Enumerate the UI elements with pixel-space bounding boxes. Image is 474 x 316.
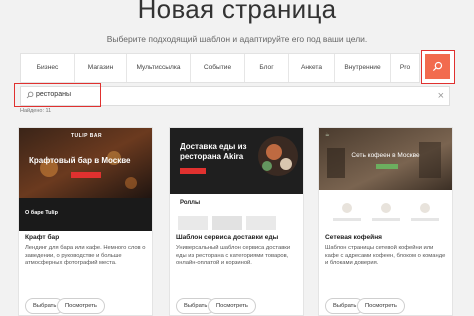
card-description: Универсальный шаблон сервиса доставки ед…	[176, 245, 291, 267]
view-button[interactable]: Посмотреть	[357, 298, 405, 314]
thumb-cta	[71, 172, 101, 178]
category-filter-bar: Бизнес Магазин Мультиссылка Событие Блог…	[20, 53, 420, 83]
search-button[interactable]	[425, 54, 450, 79]
filter-tab-blog[interactable]: Блог	[245, 54, 289, 82]
template-card-food-delivery[interactable]: Доставка еды из ресторана Akira Роллы Ша…	[169, 127, 304, 316]
card-title: Крафт бар	[25, 234, 60, 241]
filter-tab-internal[interactable]: Внутренние	[335, 54, 391, 82]
template-card-coffee-chain[interactable]: ☕ Сеть кофеен в Москве Сетевая кофейня Ш…	[318, 127, 453, 316]
thumb-brand: TULIP BAR	[71, 133, 103, 139]
close-icon[interactable]: ×	[438, 90, 444, 102]
template-card-craft-bar[interactable]: TULIP BAR Крафтовый бар в Москве О баре …	[18, 127, 153, 316]
filter-tab-multilink[interactable]: Мультиссылка	[127, 54, 191, 82]
thumb-headline: Доставка еды из ресторана Akira	[180, 142, 247, 161]
search-icon	[432, 61, 443, 72]
filter-tab-shop[interactable]: Магазин	[75, 54, 127, 82]
thumb-about: О баре Tulip	[25, 210, 58, 216]
view-button[interactable]: Посмотреть	[208, 298, 256, 314]
thumb-headline: Крафтовый бар в Москве	[29, 156, 131, 165]
template-preview[interactable]: ☕ Сеть кофеен в Москве	[319, 128, 452, 231]
template-preview[interactable]: Доставка еды из ресторана Akira Роллы	[170, 128, 303, 231]
thumb-cta	[376, 164, 398, 169]
page-title: Новая страница	[137, 0, 337, 24]
search-input-highlight	[14, 83, 101, 107]
filter-tab-pro[interactable]: Pro	[391, 54, 419, 82]
filter-tab-event[interactable]: Событие	[191, 54, 245, 82]
thumb-logo: ☕	[325, 132, 330, 138]
card-description: Шаблон страницы сетевой кофейни или кафе…	[325, 245, 446, 267]
search-button-highlight	[421, 50, 455, 84]
thumb-section: Роллы	[180, 200, 201, 206]
results-count: Найдено: 11	[20, 108, 52, 114]
thumb-cta	[180, 168, 206, 174]
card-title: Шаблон сервиса доставки еды	[176, 234, 279, 241]
card-description: Лендинг для бара или кафе. Немного слов …	[25, 245, 146, 267]
filter-tab-form[interactable]: Анкета	[289, 54, 335, 82]
view-button[interactable]: Посмотреть	[57, 298, 105, 314]
card-title: Сетевая кофейня	[325, 234, 383, 241]
thumb-headline: Сеть кофеен в Москве	[351, 152, 420, 159]
template-preview[interactable]: TULIP BAR Крафтовый бар в Москве О баре …	[19, 128, 152, 231]
page-subtitle: Выберите подходящий шаблон и адаптируйте…	[106, 34, 368, 44]
filter-tab-business[interactable]: Бизнес	[21, 54, 75, 82]
